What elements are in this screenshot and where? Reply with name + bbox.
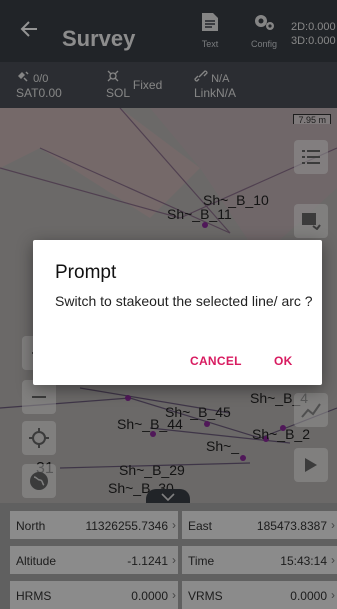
dialog-title: Prompt <box>55 262 117 283</box>
cancel-button[interactable]: CANCEL <box>190 354 242 368</box>
prompt-dialog: Prompt Switch to stakeout the selected l… <box>33 240 322 385</box>
ok-button[interactable]: OK <box>274 354 293 368</box>
dialog-message: Switch to stakeout the selected line/ ar… <box>55 293 313 309</box>
